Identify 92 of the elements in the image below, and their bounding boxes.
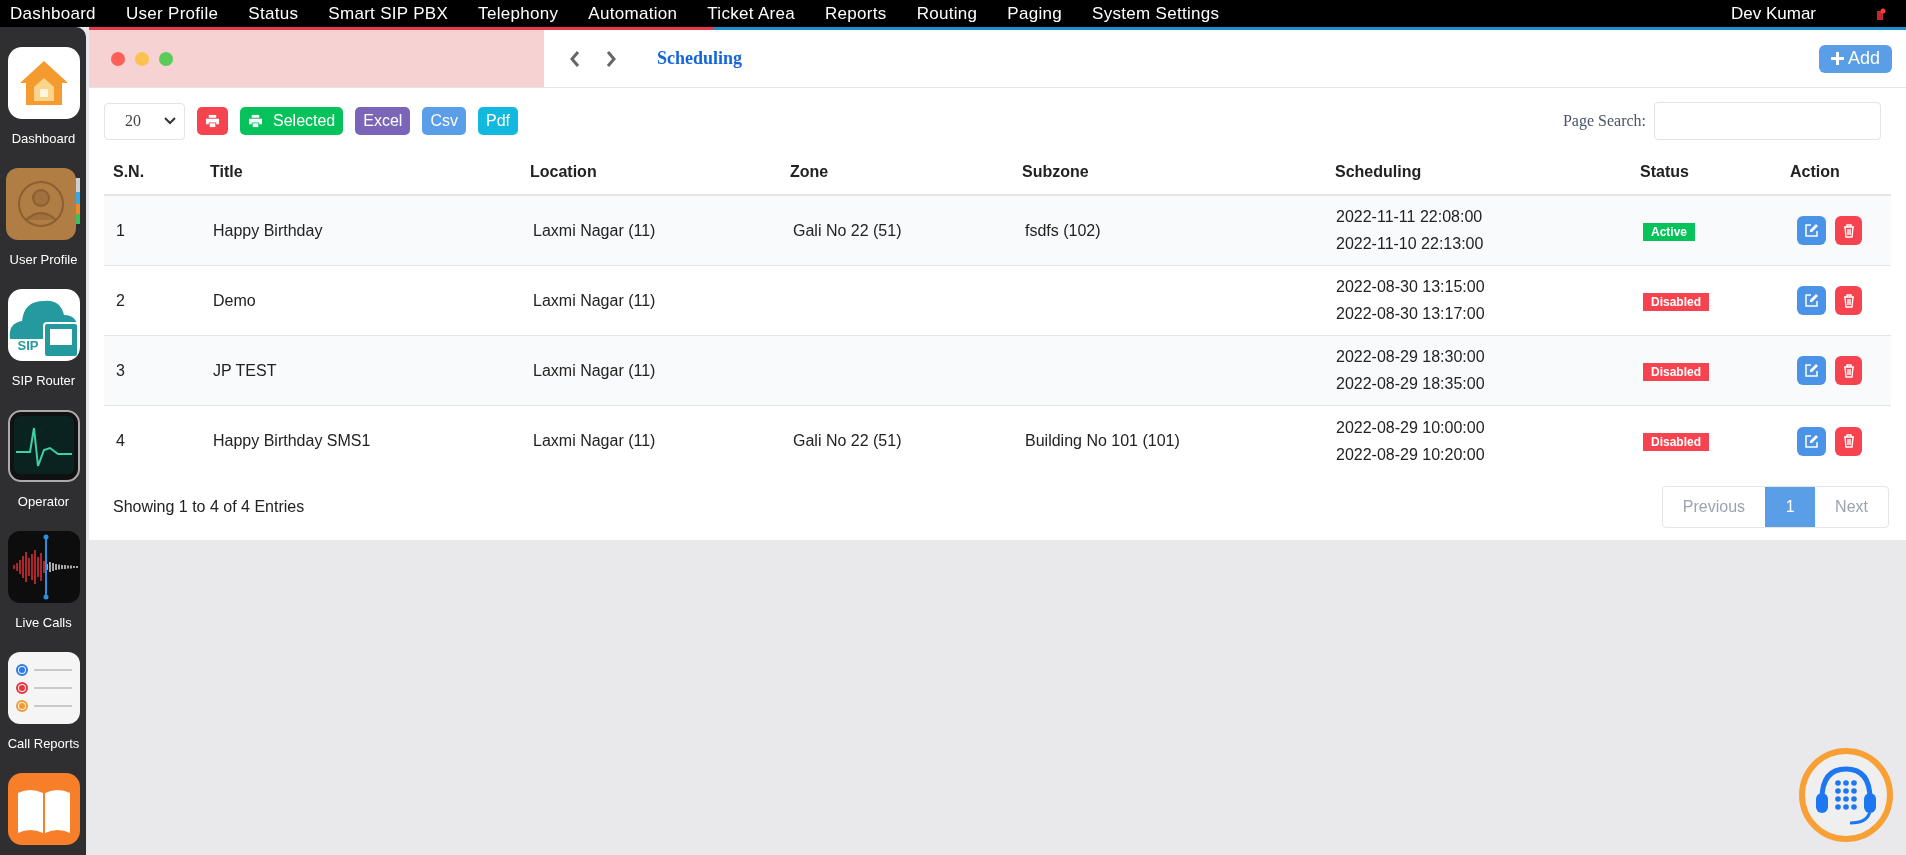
trash-icon [1842, 363, 1855, 378]
menu-item[interactable]: Paging [1007, 0, 1063, 27]
end-time: 2022-08-30 13:17:00 [1336, 304, 1485, 324]
table-cell: 2 [116, 291, 125, 309]
menu-item[interactable]: Smart SIP PBX [328, 0, 449, 27]
table-cell: 1 [116, 221, 125, 239]
table-cell: Happy Birthday SMS1 [213, 432, 371, 449]
printer-icon [248, 114, 263, 128]
book-icon[interactable] [7, 773, 80, 845]
start-time: 2022-08-29 10:00:00 [1336, 417, 1485, 438]
menu-item[interactable]: Automation [588, 0, 678, 27]
table-cell: fsdfs (102) [1025, 221, 1101, 239]
status-badge: Disabled [1643, 292, 1709, 311]
column-header: Subzone [1021, 162, 1090, 182]
menu-item[interactable]: Status [248, 0, 299, 27]
delete-button[interactable] [1835, 356, 1862, 385]
checklist-icon[interactable] [7, 652, 80, 724]
table-cell: Laxmi Nagar (11) [533, 361, 656, 379]
menu-item[interactable]: Ticket Area [707, 0, 795, 27]
menu-item[interactable]: Routing [916, 0, 978, 27]
table-cell: Laxmi Nagar (11) [533, 432, 656, 449]
end-time: 2022-08-29 18:35:00 [1336, 374, 1485, 394]
start-time: 2022-11-11 22:08:00 [1336, 207, 1483, 227]
print-button[interactable] [197, 107, 228, 135]
notification-icon[interactable] [1876, 7, 1886, 20]
search-field[interactable] [1654, 102, 1881, 140]
end-time: 2022-11-10 22:13:00 [1336, 234, 1484, 254]
app-label: Call Reports [7, 735, 80, 753]
app-label: Operator [17, 493, 70, 511]
status-badge: Active [1643, 222, 1696, 241]
column-header: Zone [789, 162, 830, 182]
delete-button[interactable] [1835, 286, 1862, 315]
edit-button[interactable] [1797, 426, 1826, 456]
edit-icon [1804, 293, 1819, 308]
start-time: 2022-08-29 18:30:00 [1336, 347, 1485, 367]
trash-icon [1842, 223, 1855, 238]
back-icon[interactable] [569, 49, 581, 68]
status-badge: Disabled [1643, 433, 1709, 451]
headset-support-icon[interactable] [1798, 747, 1894, 843]
table-cell: Building No 101 (101) [1025, 432, 1180, 449]
column-header: Status [1639, 162, 1690, 182]
page-size-select[interactable]: 20 [104, 102, 185, 140]
delete-button[interactable] [1835, 216, 1862, 245]
edit-button[interactable] [1797, 286, 1826, 315]
printer-icon [205, 114, 220, 128]
delete-button[interactable] [1835, 426, 1862, 456]
app-label: User Profile [9, 251, 78, 269]
trash-icon [1842, 434, 1855, 448]
table-cell: Happy Birthday [213, 221, 323, 239]
entries-info: Showing 1 to 4 of 4 Entries [112, 497, 305, 517]
house-icon[interactable] [7, 47, 80, 119]
menu-item[interactable]: Reports [825, 0, 887, 27]
app-label: Live Calls [15, 614, 72, 632]
heart-rate-monitor-icon[interactable] [7, 410, 80, 482]
table-cell: 3 [116, 361, 125, 379]
search-label: Page Search: [1562, 111, 1646, 132]
column-header: Location [529, 162, 598, 182]
status-badge: Disabled [1643, 362, 1709, 381]
sound-wave-icon[interactable] [7, 531, 80, 603]
table-cell: 4 [116, 432, 125, 449]
column-header: S.N. [112, 162, 146, 182]
edit-button[interactable] [1797, 356, 1826, 385]
edit-button[interactable] [1797, 216, 1826, 245]
table-cell: Demo [213, 291, 256, 309]
plus-icon [1830, 52, 1844, 65]
app-label: SIP Router [11, 372, 76, 390]
page-title: Scheduling [657, 47, 743, 70]
menu-item[interactable]: System Settings [1092, 0, 1220, 27]
menu-item[interactable]: Telephony [478, 0, 559, 27]
end-time: 2022-08-29 10:20:00 [1336, 444, 1485, 465]
table-cell: Laxmi Nagar (11) [533, 221, 656, 239]
column-header: Scheduling [1334, 162, 1423, 182]
table-cell: JP TEST [213, 361, 277, 379]
table-cell: Laxmi Nagar (11) [533, 291, 656, 309]
forward-icon[interactable] [605, 49, 617, 68]
chevron-down-icon [164, 117, 176, 125]
edit-icon [1804, 433, 1819, 449]
edit-icon [1804, 363, 1819, 378]
edit-icon [1804, 223, 1819, 238]
app-label: Dashboard [11, 130, 76, 148]
menu-item[interactable]: User Profile [125, 0, 219, 27]
address-book-icon[interactable] [5, 168, 82, 240]
trash-icon [1842, 293, 1855, 308]
column-header: Action [1789, 162, 1841, 182]
column-header: Title [209, 162, 244, 182]
menu-item[interactable]: Dashboard [10, 0, 96, 27]
export-button[interactable]: Excel [355, 107, 411, 135]
start-time: 2022-08-30 13:15:00 [1336, 277, 1485, 297]
table-cell: Gali No 22 (51) [793, 432, 902, 449]
table-cell: Gali No 22 (51) [793, 221, 902, 239]
sip-label: SIP [17, 339, 39, 352]
user-name[interactable]: Dev Kumar [1730, 0, 1816, 27]
